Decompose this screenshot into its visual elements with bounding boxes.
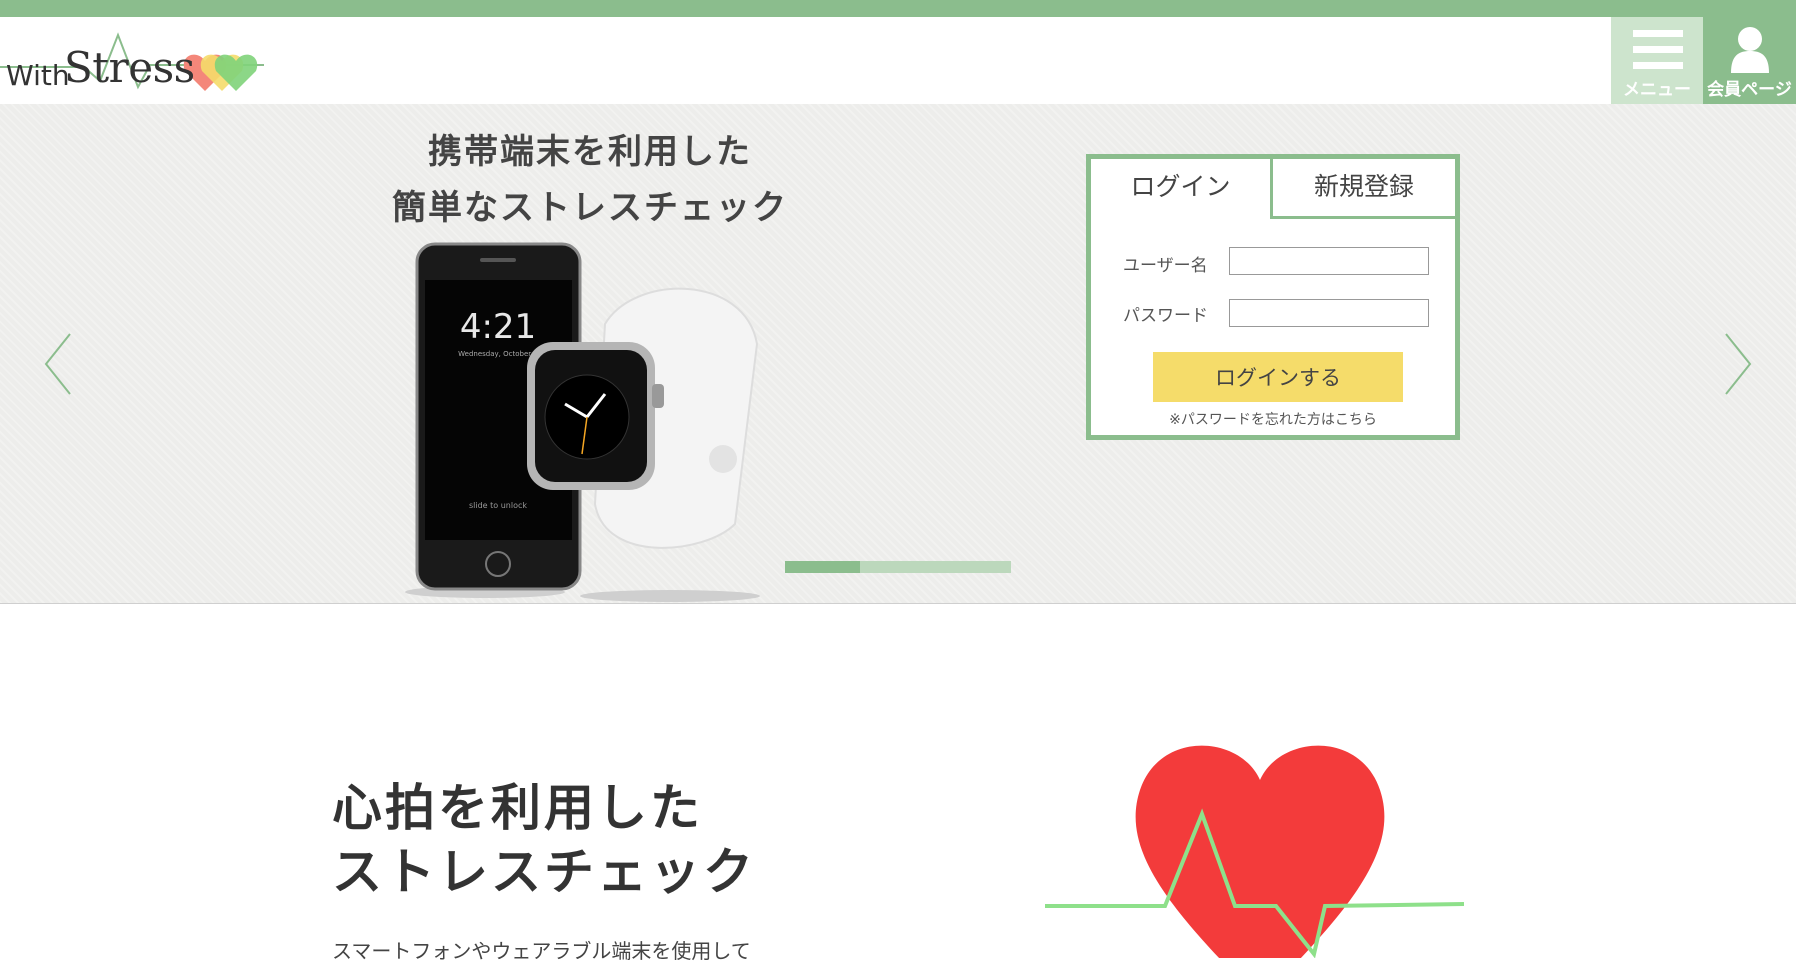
login-submit-button[interactable]: ログインする bbox=[1153, 352, 1403, 402]
user-icon bbox=[1731, 27, 1769, 73]
phone-and-watch-image: 4:21 Wednesday, October 2 slide to unloc… bbox=[405, 242, 760, 602]
hero-slider: 携帯端末を利用した 簡単なストレスチェック 4:21 Wednesday, Oc… bbox=[0, 104, 1796, 604]
member-label: 会員ページ bbox=[1707, 80, 1792, 100]
forgot-password-link[interactable]: ※パスワードを忘れた方はこちら bbox=[1091, 409, 1455, 429]
hamburger-icon bbox=[1633, 30, 1683, 70]
phone-time: 4:21 bbox=[460, 307, 536, 347]
member-page-button[interactable]: 会員ページ bbox=[1703, 17, 1796, 104]
phone-date: Wednesday, October 2 bbox=[458, 350, 538, 358]
heart-pulse-icon bbox=[1045, 745, 1465, 958]
site-header: With Stress メニュー 会員ページ bbox=[0, 17, 1796, 104]
username-input[interactable] bbox=[1229, 247, 1429, 275]
menu-label: メニュー bbox=[1623, 80, 1691, 100]
feature-title-line1: 心拍を利用した bbox=[332, 779, 703, 837]
logo-main: Stress bbox=[64, 43, 195, 92]
slider-next-arrow-icon[interactable] bbox=[1718, 324, 1758, 404]
phone-unlock: slide to unlock bbox=[469, 501, 527, 510]
tab-login[interactable]: ログイン bbox=[1091, 159, 1273, 219]
tab-register[interactable]: 新規登録 bbox=[1273, 159, 1455, 219]
feature-description: スマートフォンやウェアラブル端末を使用して bbox=[332, 939, 751, 963]
login-panel: ログイン 新規登録 ユーザー名 パスワード ログインする ※パスワードを忘れた方… bbox=[1086, 154, 1460, 440]
slider-prev-arrow-icon[interactable] bbox=[38, 324, 78, 404]
slider-progress[interactable] bbox=[785, 561, 1011, 573]
site-logo[interactable]: With Stress bbox=[0, 29, 270, 99]
password-input[interactable] bbox=[1229, 299, 1429, 327]
hero-title-line2: 簡単なストレスチェック bbox=[392, 188, 788, 228]
slider-progress-fill bbox=[785, 561, 860, 573]
top-accent-bar bbox=[0, 0, 1796, 17]
feature-title-line2: ストレスチェック bbox=[332, 843, 756, 901]
menu-button[interactable]: メニュー bbox=[1611, 17, 1703, 104]
password-label: パスワード bbox=[1123, 306, 1208, 326]
logo-prefix: With bbox=[6, 59, 70, 92]
username-label: ユーザー名 bbox=[1123, 256, 1208, 276]
hero-title-line1: 携帯端末を利用した bbox=[428, 132, 752, 172]
